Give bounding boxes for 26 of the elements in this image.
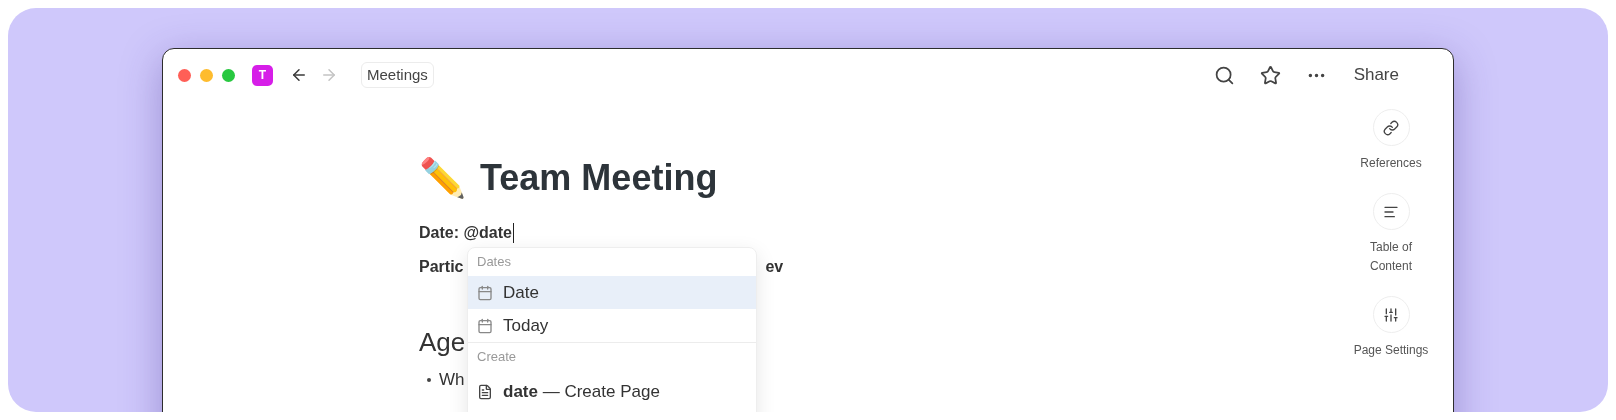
search-icon[interactable] — [1213, 64, 1235, 86]
back-icon[interactable] — [290, 66, 308, 84]
page-title: Team Meeting — [480, 160, 718, 196]
menu-item[interactable]: Today — [468, 309, 756, 342]
participants-line: Partic — [419, 257, 464, 277]
share-button[interactable]: Share — [1353, 62, 1399, 88]
date-line: Date: @date — [419, 223, 512, 243]
sidebar-label: References — [1359, 155, 1423, 172]
menu-item[interactable]: date — Create Page — [468, 375, 756, 408]
window-control[interactable] — [178, 68, 191, 82]
agenda-heading: Age — [419, 325, 466, 359]
participants-line-end: ev — [765, 257, 784, 277]
calendar-icon — [477, 317, 493, 334]
calendar-icon — [477, 284, 493, 301]
text-cursor — [512, 223, 514, 243]
app-logo[interactable]: T — [252, 64, 273, 86]
menu-section-header: Create — [477, 348, 517, 367]
breadcrumb-chip[interactable]: Meetings — [361, 61, 434, 89]
bullet-text: Wh — [439, 369, 465, 392]
star-icon[interactable] — [1259, 64, 1281, 86]
sidebar-label: Table of Content — [1369, 239, 1413, 275]
menu-item[interactable]: Date — [468, 276, 756, 309]
page-emoji: ✏ — [419, 154, 466, 202]
document-icon — [477, 383, 493, 400]
menu-section-header: Dates — [477, 253, 511, 272]
sidebar-label: Page Settings — [1353, 342, 1429, 359]
